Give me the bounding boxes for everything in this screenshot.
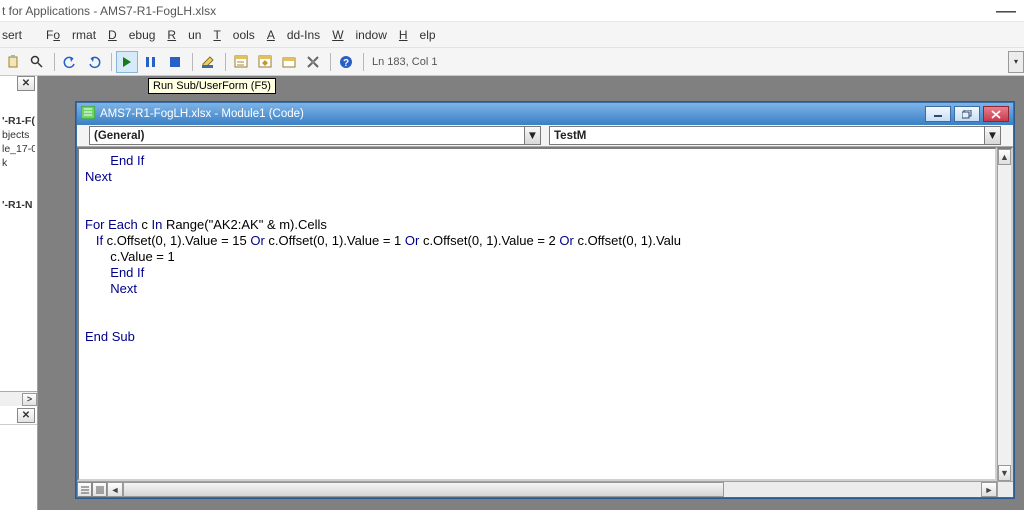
svg-text:?: ? [343, 58, 349, 69]
tree-item[interactable]: le_17-0 [2, 142, 35, 156]
break-button[interactable] [140, 51, 162, 73]
panel-close-button-2[interactable]: ✕ [17, 408, 35, 423]
toolbar: ? Ln 183, Col 1 ▾ [0, 48, 1024, 76]
project-explorer-button[interactable] [230, 51, 252, 73]
app-title: t for Applications - AMS7-R1-FogLH.xlsx [0, 4, 216, 18]
chevron-down-icon: ▼ [524, 127, 540, 144]
procedure-dropdown[interactable]: TestM▼ [549, 126, 1001, 145]
scroll-up-icon[interactable]: ▲ [998, 149, 1011, 165]
find-button[interactable] [26, 51, 48, 73]
code-window-title: AMS7-R1-FogLH.xlsx - Module1 (Code) [100, 108, 304, 120]
help-button[interactable]: ? [335, 51, 357, 73]
code-window-titlebar[interactable]: AMS7-R1-FogLH.xlsx - Module1 (Code) [77, 103, 1013, 125]
scroll-down-icon[interactable]: ▼ [998, 465, 1011, 481]
tree-item[interactable]: '-R1-N [2, 198, 35, 212]
menu-tools[interactable]: Tools [213, 28, 254, 42]
scroll-right-icon[interactable]: > [22, 393, 37, 406]
menu-addins[interactable]: Add-Ins [267, 28, 320, 42]
chevron-down-icon: ▼ [984, 127, 1000, 144]
code-window: AMS7-R1-FogLH.xlsx - Module1 (Code) (Gen… [76, 102, 1014, 498]
menu-format[interactable]: Format [46, 28, 96, 42]
reset-button[interactable] [164, 51, 186, 73]
window-restore-button[interactable] [954, 106, 980, 122]
window-minimize-button[interactable]: — [996, 0, 1016, 22]
mdi-area: Run Sub/UserForm (F5) AMS7-R1-FogLH.xlsx… [38, 76, 1024, 510]
module-icon [81, 106, 95, 122]
toolbox-button[interactable] [302, 51, 324, 73]
cursor-position: Ln 183, Col 1 [372, 56, 437, 68]
window-minimize-button[interactable] [925, 106, 951, 122]
panel-close-button[interactable]: ✕ [17, 76, 35, 91]
toolbar-overflow[interactable]: ▾ [1008, 51, 1024, 73]
title-bar: t for Applications - AMS7-R1-FogLH.xlsx … [0, 0, 1024, 22]
design-mode-button[interactable] [197, 51, 219, 73]
paste-button[interactable] [2, 51, 24, 73]
run-tooltip: Run Sub/UserForm (F5) [148, 78, 276, 94]
menu-help[interactable]: Help [399, 28, 436, 42]
run-button[interactable] [116, 51, 138, 73]
scroll-left-icon[interactable]: ◄ [107, 482, 123, 497]
vertical-scrollbar[interactable]: ▲ ▼ [997, 147, 1013, 481]
full-module-view-button[interactable] [92, 482, 107, 497]
tree-item[interactable]: '-R1-F( [2, 114, 35, 128]
scroll-right-icon[interactable]: ► [981, 482, 997, 497]
menu-insert[interactable]: sert [2, 28, 34, 42]
menu-debug[interactable]: Debug [108, 28, 155, 42]
properties-window-button[interactable] [254, 51, 276, 73]
undo-button[interactable] [59, 51, 81, 73]
code-editor[interactable]: End If Next For Each c In Range("AK2:AK"… [77, 147, 997, 481]
horizontal-scrollbar[interactable]: ◄ ► [107, 482, 997, 497]
menu-run[interactable]: Run [167, 28, 201, 42]
tree-item[interactable]: bjects [2, 128, 35, 142]
procedure-view-button[interactable] [77, 482, 92, 497]
object-browser-button[interactable] [278, 51, 300, 73]
menu-window[interactable]: Window [332, 28, 387, 42]
tree-item[interactable]: k [2, 156, 35, 170]
object-dropdown[interactable]: (General)▼ [89, 126, 541, 145]
project-explorer-panel: ✕ '-R1-F( bjects le_17-0 k '-R1-N > ✕ [0, 76, 38, 510]
window-close-button[interactable] [983, 106, 1009, 122]
redo-button[interactable] [83, 51, 105, 73]
menu-bar: sert Format Debug Run Tools Add-Ins Wind… [0, 22, 1024, 48]
